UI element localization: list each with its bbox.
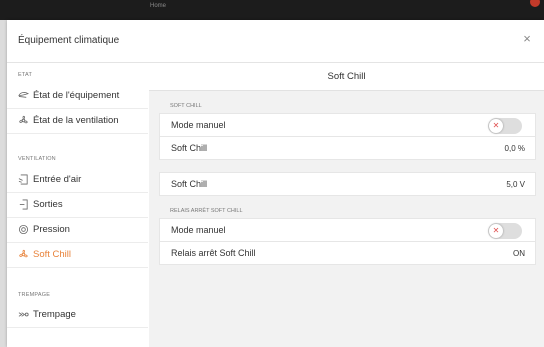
sidebar-item-entree-air[interactable]: Entrée d'air — [7, 168, 148, 193]
sidebar-item-label: État de la ventilation — [33, 115, 119, 126]
fan-blade-icon — [18, 92, 29, 98]
row-label: Mode manuel — [171, 225, 226, 235]
window-title: Home — [150, 3, 167, 9]
main-panel: Soft Chill SOFT CHILL Mode manuel ✕ Soft… — [149, 63, 544, 347]
row-relais-arret: Relais arrêt Soft Chill ON — [159, 241, 536, 265]
row-relais-mode-manuel: Mode manuel ✕ — [159, 218, 536, 242]
toggle-off-x-icon: ✕ — [489, 224, 503, 238]
main-header: Soft Chill — [149, 63, 544, 91]
row-mode-manuel: Mode manuel ✕ — [159, 113, 536, 137]
sidebar-item-pression[interactable]: Pression — [7, 218, 148, 243]
row-soft-chill-percent: Soft Chill 0,0 % — [159, 136, 536, 160]
fan-icon — [19, 115, 28, 124]
toggle-off-x-icon: ✕ — [489, 119, 503, 133]
group-label-soft-chill: SOFT CHILL — [170, 103, 202, 109]
sidebar-item-etat-equipement[interactable]: État de l'équipement — [7, 84, 148, 109]
sidebar-item-label: Entrée d'air — [33, 174, 82, 185]
mode-manuel-toggle[interactable]: ✕ — [488, 118, 522, 134]
page-title: Soft Chill — [327, 71, 366, 82]
window-close-dot[interactable] — [530, 0, 540, 7]
row-label: Mode manuel — [171, 120, 226, 130]
sidebar-item-sorties[interactable]: Sorties — [7, 193, 148, 218]
row-value: 5,0 V — [506, 180, 525, 189]
climate-equipment-dialog: Équipement climatique × ETAT État de l'é… — [7, 20, 544, 347]
close-button[interactable]: × — [520, 32, 534, 46]
sidebar-item-label: Sorties — [33, 199, 63, 210]
sidebar-item-label: État de l'équipement — [33, 90, 120, 101]
sidebar-item-trempage[interactable]: Trempage — [7, 303, 148, 328]
dialog-title: Équipement climatique — [18, 35, 120, 46]
soaking-icon — [18, 312, 29, 317]
row-label: Relais arrêt Soft Chill — [171, 248, 256, 258]
outlet-icon — [19, 199, 28, 210]
relais-mode-manuel-toggle[interactable]: ✕ — [488, 223, 522, 239]
sidebar-item-label: Pression — [33, 224, 70, 235]
row-value: 0,0 % — [504, 144, 525, 153]
sidebar-section-etat: ETAT — [18, 72, 33, 78]
row-label: Soft Chill — [171, 143, 208, 153]
dialog-header: Équipement climatique × — [7, 20, 544, 63]
row-soft-chill-voltage: Soft Chill 5,0 V — [159, 172, 536, 196]
sidebar-item-label: Trempage — [33, 309, 76, 320]
group-label-relais: RELAIS ARRÊT SOFT CHILL — [170, 208, 243, 214]
sidebar-item-label: Soft Chill — [33, 249, 72, 260]
pressure-gauge-icon — [18, 224, 29, 235]
sidebar: ETAT État de l'équipement État de la ven… — [7, 63, 150, 347]
sidebar-section-trempage: TREMPAGE — [18, 292, 51, 298]
sidebar-section-ventilation: VENTILATION — [18, 156, 56, 162]
top-bar: Home — [0, 0, 544, 20]
sidebar-item-etat-ventilation[interactable]: État de la ventilation — [7, 109, 148, 134]
air-inlet-icon — [18, 174, 28, 185]
row-label: Soft Chill — [171, 179, 208, 189]
row-value: ON — [513, 249, 525, 258]
sidebar-item-soft-chill[interactable]: Soft Chill — [7, 243, 148, 268]
soft-chill-icon — [19, 249, 28, 258]
